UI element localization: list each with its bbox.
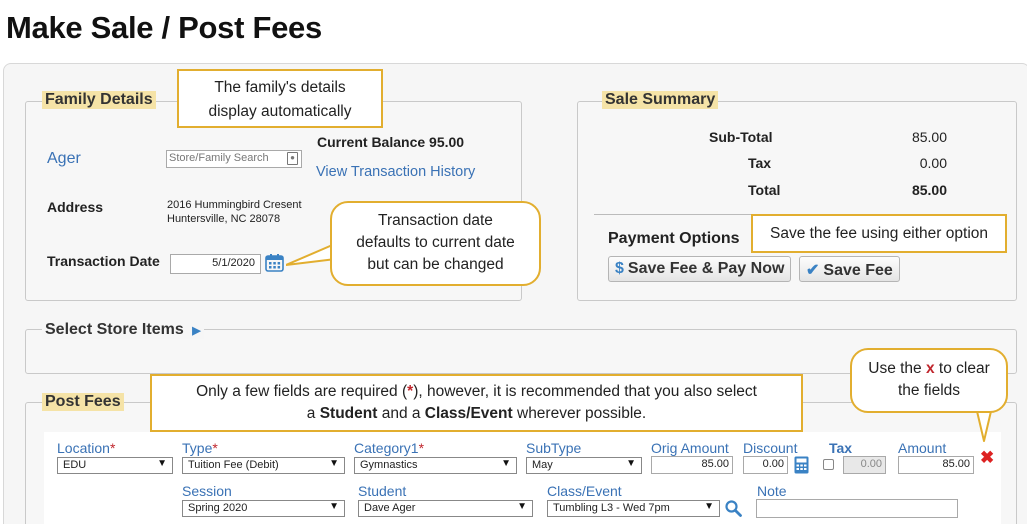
subtype-label: SubType xyxy=(526,440,582,456)
save-fee-pay-now-button[interactable]: $ Save Fee & Pay Now xyxy=(608,256,792,282)
callout-save-options: Save the fee using either option xyxy=(751,214,1007,253)
current-balance-label: Current Balance 95.00 xyxy=(317,134,465,150)
subtotal-label: Sub-Total xyxy=(709,129,773,145)
dropdown-caret-icon: ▼ xyxy=(329,501,339,512)
dropdown-caret-icon: ▼ xyxy=(626,458,636,469)
location-select[interactable]: EDU ▼ xyxy=(57,457,173,474)
subtotal-value: 85.00 xyxy=(911,129,947,145)
family-details-legend: Family Details xyxy=(42,91,156,109)
type-label: Type* xyxy=(182,440,218,456)
post-fees-legend: Post Fees xyxy=(42,393,124,411)
clear-fields-icon[interactable]: ✖ xyxy=(980,448,994,468)
category-select[interactable]: Gymnastics ▼ xyxy=(354,457,517,474)
student-label: Student xyxy=(358,483,407,499)
search-id-icon: ● xyxy=(287,152,298,165)
sale-summary-legend: Sale Summary xyxy=(602,91,719,109)
store-items-legend[interactable]: Select Store Items ▶ xyxy=(42,321,204,339)
callout-clear-fields: Use the x to clear the fields xyxy=(850,348,1008,413)
note-input[interactable] xyxy=(756,499,958,518)
tax-checkbox[interactable] xyxy=(823,459,834,470)
orig-amount-input[interactable]: 85.00 xyxy=(651,456,733,474)
dropdown-caret-icon: ▼ xyxy=(329,458,339,469)
transaction-date-label: Transaction Date xyxy=(47,253,160,269)
discount-label: Discount xyxy=(743,440,798,456)
note-label: Note xyxy=(757,483,787,499)
class-event-label: Class/Event xyxy=(547,483,622,499)
calculator-icon[interactable] xyxy=(794,456,809,479)
student-select[interactable]: Dave Ager ▼ xyxy=(358,500,533,517)
address-line2: Huntersville, NC 28078 xyxy=(167,213,281,225)
callout-transaction-date: Transaction date defaults to current dat… xyxy=(330,201,541,286)
class-event-select[interactable]: Tumbling L3 - Wed 7pm ▼ xyxy=(547,500,720,517)
dollar-icon: $ xyxy=(615,260,624,277)
address-line1: 2016 Hummingbird Cresent xyxy=(167,199,302,211)
tax-value: 0.00 xyxy=(919,155,947,171)
save-fee-button[interactable]: ✔ Save Fee xyxy=(799,256,900,282)
dropdown-caret-icon: ▼ xyxy=(157,458,167,469)
dropdown-caret-icon: ▼ xyxy=(517,501,527,512)
store-family-search-input[interactable]: Store/Family Search ● xyxy=(166,150,302,168)
checkmark-icon: ✔ xyxy=(806,262,820,279)
orig-amount-label: Orig Amount xyxy=(651,440,729,456)
tax-label: Tax xyxy=(748,155,772,171)
page-title: Make Sale / Post Fees xyxy=(6,10,322,45)
tax-field-label: Tax xyxy=(829,440,853,456)
type-select[interactable]: Tuition Fee (Debit) ▼ xyxy=(182,457,345,474)
discount-input[interactable]: 0.00 xyxy=(743,456,788,474)
address-label: Address xyxy=(47,199,104,215)
session-select[interactable]: Spring 2020 ▼ xyxy=(182,500,345,517)
callout-required-fields: Only a few fields are required (*), howe… xyxy=(150,374,803,432)
total-value: 85.00 xyxy=(911,182,947,198)
transaction-date-input[interactable]: 5/1/2020 xyxy=(170,254,261,274)
session-label: Session xyxy=(182,483,232,499)
dropdown-caret-icon: ▼ xyxy=(501,458,511,469)
subtype-select[interactable]: May ▼ xyxy=(526,457,642,474)
location-label: Location* xyxy=(57,440,116,456)
family-name-link[interactable]: Ager xyxy=(47,150,81,168)
callout-family-details: The family's details display automatical… xyxy=(177,69,383,128)
category-label: Category1* xyxy=(354,440,425,456)
amount-label: Amount xyxy=(898,440,947,456)
expand-arrow-icon[interactable]: ▶ xyxy=(192,325,200,337)
view-transaction-history-link[interactable]: View Transaction History xyxy=(316,164,475,180)
total-label: Total xyxy=(748,182,781,198)
tax-input: 0.00 xyxy=(843,456,886,474)
amount-input[interactable]: 85.00 xyxy=(898,456,974,474)
dropdown-caret-icon: ▼ xyxy=(704,501,714,512)
search-icon[interactable] xyxy=(725,500,742,522)
payment-options-label: Payment Options xyxy=(608,230,740,247)
calendar-icon[interactable] xyxy=(265,253,284,277)
